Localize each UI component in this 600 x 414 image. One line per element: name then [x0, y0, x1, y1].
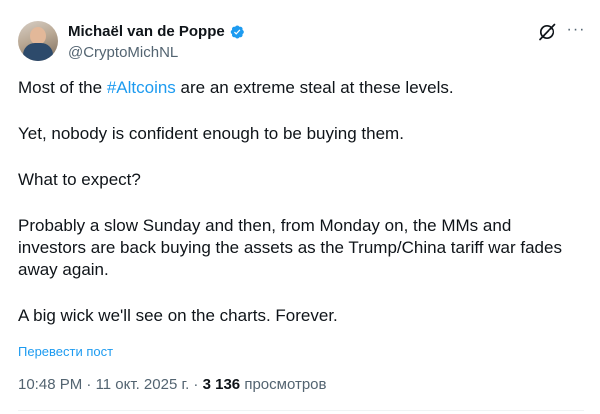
divider	[18, 410, 584, 411]
author-handle[interactable]: @CryptoMichNL	[68, 44, 178, 61]
meta-separator: ·	[82, 376, 96, 393]
views-label: просмотров	[240, 376, 327, 393]
tweet-time[interactable]: 10:48 PM	[18, 376, 82, 393]
hashtag-link[interactable]: #Altcoins	[107, 78, 176, 97]
translate-post-link[interactable]: Перевести пост	[18, 344, 113, 359]
meta-separator: ·	[189, 376, 203, 393]
views-count: 3 136	[202, 376, 241, 393]
tweet-paragraph-3: What to expect?	[18, 170, 141, 189]
grok-icon[interactable]	[537, 22, 557, 42]
tweet: Michaël van de Poppe @CryptoMichNL ··· M…	[0, 0, 600, 414]
paragraph-1-after: are an extreme steal at these levels.	[175, 78, 454, 97]
avatar-body	[23, 43, 53, 61]
tweet-date[interactable]: 11 окт. 2025 г.	[96, 376, 190, 393]
tweet-paragraph-4: Probably a slow Sunday and then, from Mo…	[18, 216, 562, 279]
paragraph-1-before: Most of the	[18, 78, 107, 97]
author-display-name[interactable]: Michaël van de Poppe	[68, 23, 225, 40]
tweet-paragraph-2: Yet, nobody is confident enough to be bu…	[18, 124, 404, 143]
verified-badge-icon	[230, 25, 244, 38]
tweet-text: Most of the #Altcoins are an extreme ste…	[18, 77, 584, 351]
avatar[interactable]	[18, 21, 58, 61]
tweet-paragraph-5: A big wick we'll see on the charts. Fore…	[18, 306, 338, 325]
author-name-row: Michaël van de Poppe	[68, 23, 245, 40]
tweet-meta: 10:48 PM · 11 окт. 2025 г. · 3 136 просм…	[18, 376, 326, 393]
more-dots-icon[interactable]: ···	[565, 21, 587, 43]
tweet-paragraph-1: Most of the #Altcoins are an extreme ste…	[18, 77, 584, 99]
